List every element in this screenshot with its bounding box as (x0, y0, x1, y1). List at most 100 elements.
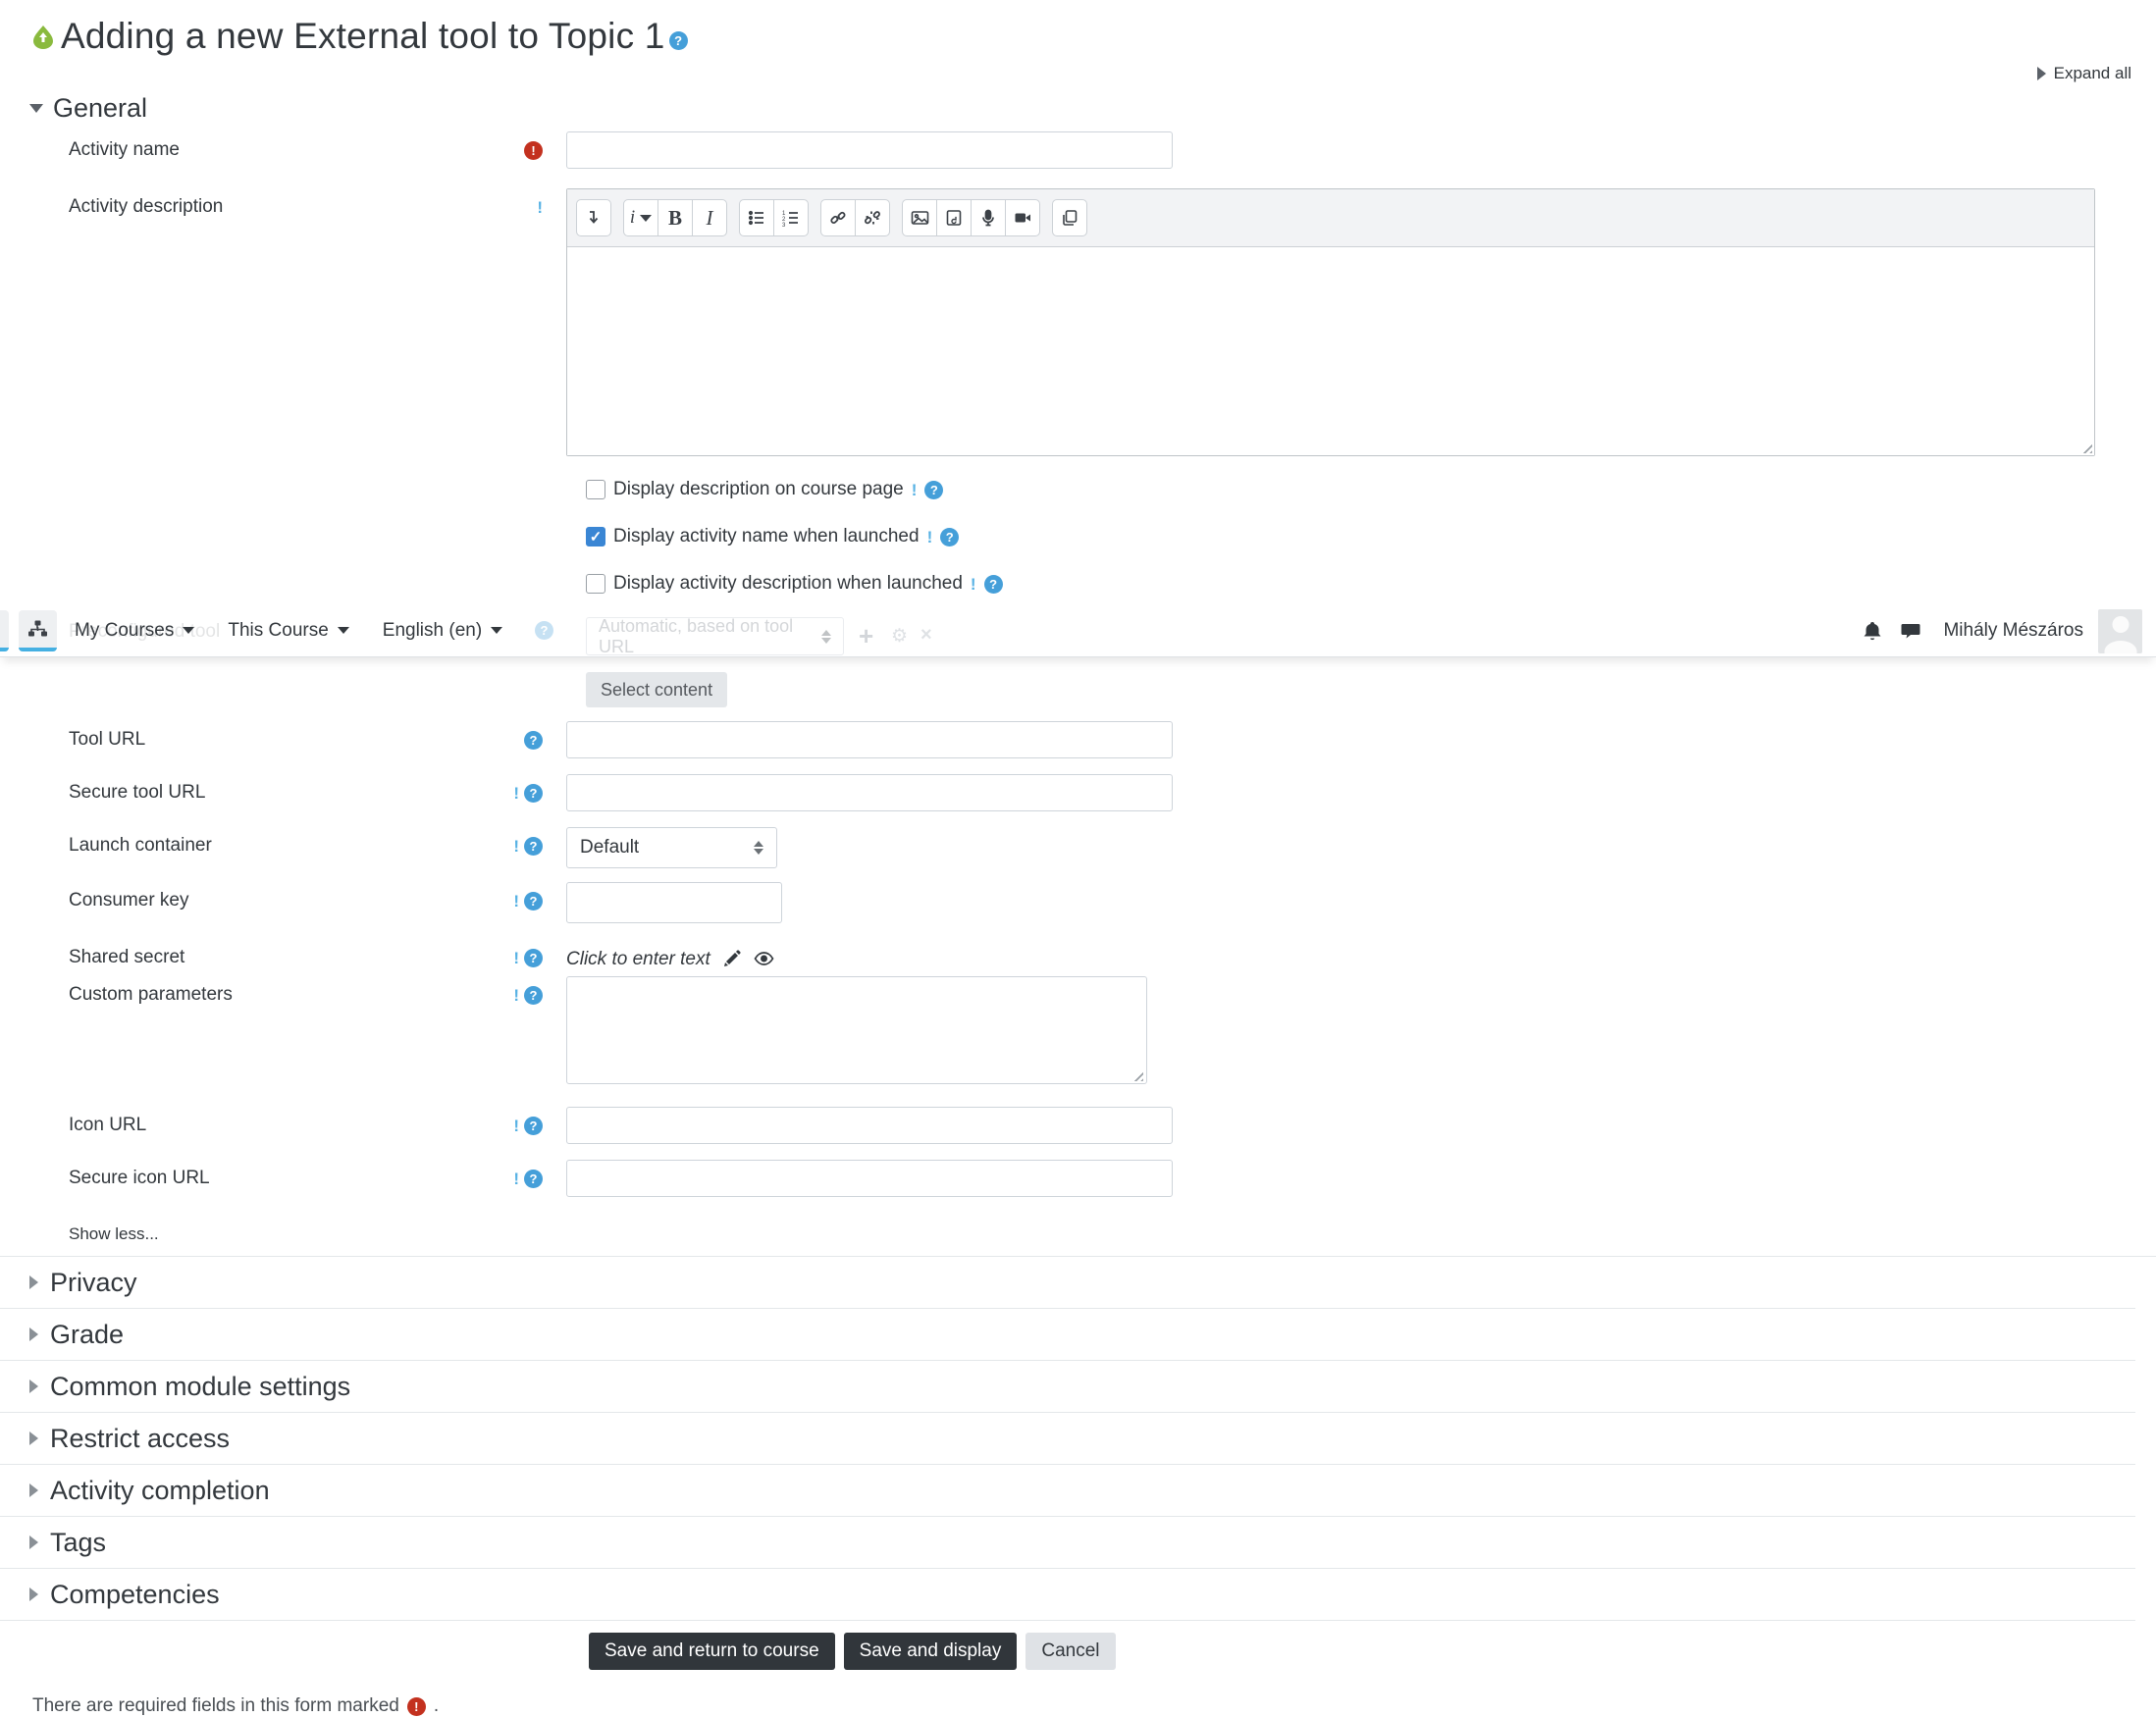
icon-url-label: Icon URL (69, 1115, 147, 1135)
collapse-toolbar-icon[interactable] (576, 199, 611, 236)
help-icon[interactable]: ? (983, 574, 1003, 594)
save-and-return-button[interactable]: Save and return to course (589, 1633, 835, 1670)
pencil-icon[interactable] (722, 950, 742, 969)
secure-tool-url-row: Secure tool URL !? (0, 774, 2156, 811)
help-icon[interactable]: ? (524, 836, 543, 856)
show-less-link[interactable]: Show less... (69, 1224, 159, 1243)
user-name[interactable]: Mihály Mészáros (1943, 620, 2083, 642)
eye-icon[interactable] (754, 950, 774, 969)
avatar[interactable] (2098, 608, 2142, 653)
hint-icon: ! (537, 197, 543, 217)
section-competencies[interactable]: Competencies (0, 1569, 2135, 1621)
record-audio-icon[interactable] (971, 199, 1006, 236)
expand-all-link[interactable]: Expand all (2036, 64, 2131, 83)
help-icon[interactable]: ? (524, 783, 543, 803)
hint-icon: ! (513, 783, 519, 803)
secure-tool-url-input[interactable] (566, 774, 1173, 811)
paragraph-style-icon[interactable]: i (623, 199, 658, 236)
help-icon[interactable]: ? (524, 1169, 543, 1188)
insert-image-icon[interactable] (902, 199, 937, 236)
consumer-key-input[interactable] (566, 882, 782, 923)
help-icon[interactable]: ? (924, 480, 944, 499)
preconfigured-tool-select[interactable]: Automatic, based on tool URL (586, 616, 844, 656)
help-icon[interactable]: ? (940, 527, 960, 546)
chevron-right-icon (29, 1327, 38, 1341)
nav-this-course[interactable]: This Course (228, 620, 349, 642)
resize-handle[interactable] (2079, 441, 2092, 453)
messages-icon[interactable] (1899, 619, 1922, 643)
tool-url-input[interactable] (566, 721, 1173, 758)
custom-parameters-row: Custom parameters !? (0, 976, 2156, 1089)
ordered-list-icon[interactable]: 123 (773, 199, 809, 236)
hint-icon: ! (911, 480, 918, 499)
tool-url-label: Tool URL (69, 729, 146, 750)
display-activity-description-checkbox[interactable] (586, 574, 605, 594)
cancel-button[interactable]: Cancel (1025, 1633, 1116, 1670)
manage-files-icon[interactable] (1052, 199, 1087, 236)
help-icon[interactable]: ? (524, 891, 543, 911)
sitemap-icon[interactable] (19, 609, 57, 651)
secure-tool-url-label: Secure tool URL (69, 782, 206, 803)
section-grade[interactable]: Grade (0, 1309, 2135, 1361)
display-activity-name-checkbox[interactable]: ✓ (586, 527, 605, 546)
editor-content-area[interactable] (567, 247, 2094, 455)
select-content-row: Select content (0, 672, 2156, 707)
section-privacy[interactable]: Privacy (0, 1257, 2135, 1309)
chevron-down-icon (29, 103, 43, 113)
title-help-icon[interactable]: ? (668, 30, 688, 50)
add-tool-icon[interactable]: + (859, 621, 873, 651)
page-title: Adding a new External tool to Topic 1 (61, 16, 665, 56)
hint-icon: ! (513, 836, 519, 856)
save-and-display-button[interactable]: Save and display (843, 1633, 1018, 1670)
section-activity-completion[interactable]: Activity completion (0, 1465, 2135, 1517)
delete-icon: × (920, 624, 932, 646)
nav-edge-button[interactable] (0, 610, 9, 651)
required-fields-note: There are required fields in this form m… (32, 1695, 440, 1716)
help-icon[interactable]: ? (524, 1116, 543, 1135)
shared-secret-label: Shared secret (69, 947, 185, 967)
custom-parameters-textarea[interactable] (566, 976, 1147, 1084)
activity-name-input[interactable] (566, 131, 1173, 169)
chevron-right-icon (29, 1275, 38, 1289)
launch-container-label: Launch container (69, 835, 212, 856)
icon-url-input[interactable] (566, 1107, 1173, 1144)
notifications-bell-icon[interactable] (1861, 619, 1884, 643)
italic-icon[interactable]: I (692, 199, 727, 236)
shared-secret-edit-link[interactable]: Click to enter text (566, 949, 710, 970)
activity-description-row: Activity description ! i B I 1 2 3 (0, 188, 2156, 456)
launch-container-select[interactable]: Default (566, 827, 777, 868)
show-less-row: Show less... (0, 1219, 2156, 1257)
shared-secret-row: Shared secret !? Click to enter text (0, 943, 2156, 970)
svg-text:3: 3 (782, 223, 786, 227)
bold-icon[interactable]: B (657, 199, 693, 236)
preconfigured-tool-ghost-label: Preconfigured tool (69, 621, 221, 642)
chevron-right-icon (29, 1483, 38, 1497)
display-description-checkbox[interactable] (586, 480, 605, 499)
nav-language[interactable]: English (en) (383, 620, 503, 642)
help-icon[interactable]: ? (524, 985, 543, 1005)
section-tags[interactable]: Tags (0, 1517, 2135, 1569)
link-icon[interactable] (820, 199, 856, 236)
tool-url-row: Tool URL ? (0, 721, 2156, 758)
section-common-module-settings[interactable]: Common module settings (0, 1361, 2135, 1413)
general-section-header[interactable]: General (0, 88, 2156, 128)
activity-name-row: Activity name ! (0, 131, 2156, 169)
insert-media-icon[interactable] (936, 199, 972, 236)
icon-url-row: Icon URL !? (0, 1107, 2156, 1144)
unlink-icon[interactable] (855, 199, 890, 236)
secure-icon-url-input[interactable] (566, 1160, 1173, 1197)
section-restrict-access[interactable]: Restrict access (0, 1413, 2135, 1465)
activity-name-label: Activity name (69, 139, 180, 160)
select-arrows-icon (821, 629, 831, 644)
select-content-button[interactable]: Select content (586, 672, 728, 707)
help-icon[interactable]: ? (524, 948, 543, 967)
record-video-icon[interactable] (1005, 199, 1040, 236)
page-header: Adding a new External tool to Topic 1 ? (0, 14, 2156, 59)
collapsed-sections: Privacy Grade Common module settings Res… (0, 1257, 2156, 1621)
help-icon[interactable]: ? (524, 730, 543, 750)
display-description-row: Display description on course page ! ? (0, 476, 2156, 503)
secure-icon-url-label: Secure icon URL (69, 1168, 210, 1188)
unordered-list-icon[interactable] (739, 199, 774, 236)
expand-all-row: Expand all (0, 59, 2156, 88)
display-activity-description-row: Display activity description when launch… (0, 570, 2156, 598)
